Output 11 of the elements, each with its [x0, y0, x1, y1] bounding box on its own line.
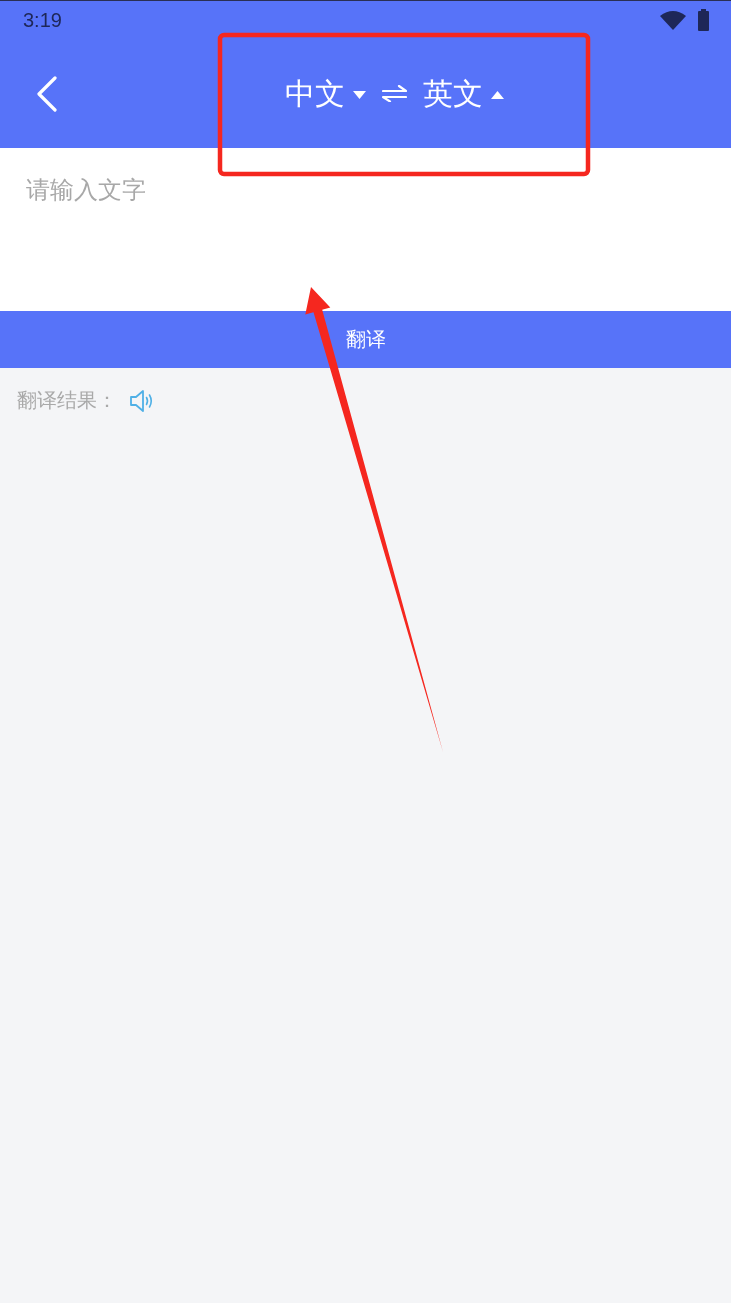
- result-label: 翻译结果：: [17, 387, 117, 414]
- language-selector[interactable]: 英文: [423, 75, 504, 112]
- language-selector[interactable]: 中文: [285, 75, 366, 112]
- translate-button[interactable]: 翻译: [0, 311, 731, 368]
- swap-icon[interactable]: [382, 85, 407, 102]
- back-icon[interactable]: [36, 75, 58, 112]
- speaker-icon[interactable]: [129, 388, 155, 413]
- wifi-icon: [660, 10, 686, 30]
- text-input-field[interactable]: 请输入文字: [0, 148, 731, 311]
- battery-icon: [698, 9, 709, 31]
- status-time: 3:19: [23, 8, 62, 32]
